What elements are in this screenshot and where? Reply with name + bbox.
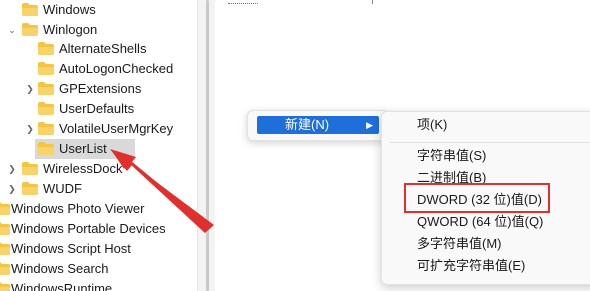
folder-icon <box>22 23 38 36</box>
folder-icon <box>0 262 10 275</box>
menu-item-qword-value[interactable]: QWORD (64 位)值(Q) <box>417 212 543 232</box>
chevron-right-icon[interactable]: ❯ <box>25 119 35 139</box>
tree-item-label: GPExtensions <box>59 81 142 96</box>
tree-item-autologonchecked[interactable]: AutoLogonChecked <box>0 59 197 79</box>
folder-icon <box>0 242 10 255</box>
scrollbar-thumb[interactable] <box>206 0 209 291</box>
annotation-highlight-box <box>404 183 550 213</box>
chevron-right-icon[interactable]: ❯ <box>7 179 17 199</box>
tree-item-volatileusermgrkey[interactable]: ❯ VolatileUserMgrKey <box>0 119 197 139</box>
menu-item-multi-string-value[interactable]: 多字符串值(M) <box>417 234 502 254</box>
tree-item-windows-portable-devices[interactable]: Windows Portable Devices <box>0 219 197 239</box>
tree-item-label: Windows <box>43 2 96 17</box>
folder-icon <box>22 182 38 195</box>
folder-icon <box>38 62 54 75</box>
folder-icon <box>0 202 10 215</box>
tree-item-windows-search[interactable]: Windows Search <box>0 259 197 279</box>
tree-item-label: UserDefaults <box>59 101 135 116</box>
tree-item-label: WUDF <box>43 181 82 196</box>
context-menu: 新建(N) ▶ <box>247 110 389 141</box>
tree-item-label: VolatileUserMgrKey <box>59 121 174 136</box>
chevron-right-icon[interactable]: ❯ <box>25 79 35 99</box>
tree-item-label: WirelessDock <box>43 161 123 176</box>
tree-item-windows-script-host[interactable]: Windows Script Host <box>0 239 197 259</box>
folder-icon <box>22 162 38 175</box>
menu-item-expandable-string-value[interactable]: 可扩充字符串值(E) <box>417 256 525 276</box>
chevron-right-icon[interactable]: ❯ <box>7 159 17 179</box>
tree-item-label: Windows Photo Viewer <box>11 201 145 216</box>
tree-item-winlogon[interactable]: ⌄ Winlogon <box>0 20 197 40</box>
menu-item-key[interactable]: 项(K) <box>417 115 447 135</box>
tree-item-windows-photo-viewer[interactable]: Windows Photo Viewer <box>0 199 197 219</box>
tree-item-label: Windows Script Host <box>11 241 131 256</box>
tree-item-userlist[interactable]: UserList <box>0 139 197 159</box>
tree-item-wudf[interactable]: ❯ WUDF <box>0 179 197 199</box>
folder-icon <box>38 122 54 135</box>
tree-item-label: UserList <box>59 141 107 156</box>
registry-tree: Windows ⌄ Winlogon AlternateShells AutoL… <box>0 0 197 291</box>
folder-icon <box>0 282 10 291</box>
value-row-fragment <box>228 0 258 4</box>
tree-item-label: Windows Search <box>11 261 109 276</box>
chevron-down-icon[interactable]: ⌄ <box>7 20 17 40</box>
menu-separator <box>390 142 590 143</box>
tree-item-label: AutoLogonChecked <box>59 61 174 76</box>
folder-icon <box>38 42 54 55</box>
tree-item-windows[interactable]: Windows <box>0 0 197 20</box>
tree-item-label: WindowsRuntime <box>11 281 113 291</box>
tree-item-userdefaults[interactable]: UserDefaults <box>0 99 197 119</box>
folder-icon <box>38 142 54 155</box>
folder-icon <box>38 102 54 115</box>
tree-item-alternateshells[interactable]: AlternateShells <box>0 39 197 59</box>
tree-item-label: Windows Portable Devices <box>11 221 166 236</box>
folder-icon <box>0 222 10 235</box>
menu-item-label: 新建(N) <box>285 117 330 132</box>
chevron-right-icon: ▶ <box>366 120 373 130</box>
tree-item-gpextensions[interactable]: ❯ GPExtensions <box>0 79 197 99</box>
tree-item-label: Winlogon <box>43 22 98 37</box>
folder-icon <box>38 82 54 95</box>
tree-item-wirelessdock[interactable]: ❯ WirelessDock <box>0 159 197 179</box>
folder-icon <box>22 3 38 16</box>
tree-item-windowsruntime[interactable]: WindowsRuntime <box>0 279 197 291</box>
menu-item-string-value[interactable]: 字符串值(S) <box>417 146 486 166</box>
menu-item-new[interactable]: 新建(N) ▶ <box>257 116 379 134</box>
column-divider <box>372 0 373 4</box>
tree-item-label: AlternateShells <box>59 41 147 56</box>
tree-scrollbar[interactable] <box>197 0 216 291</box>
